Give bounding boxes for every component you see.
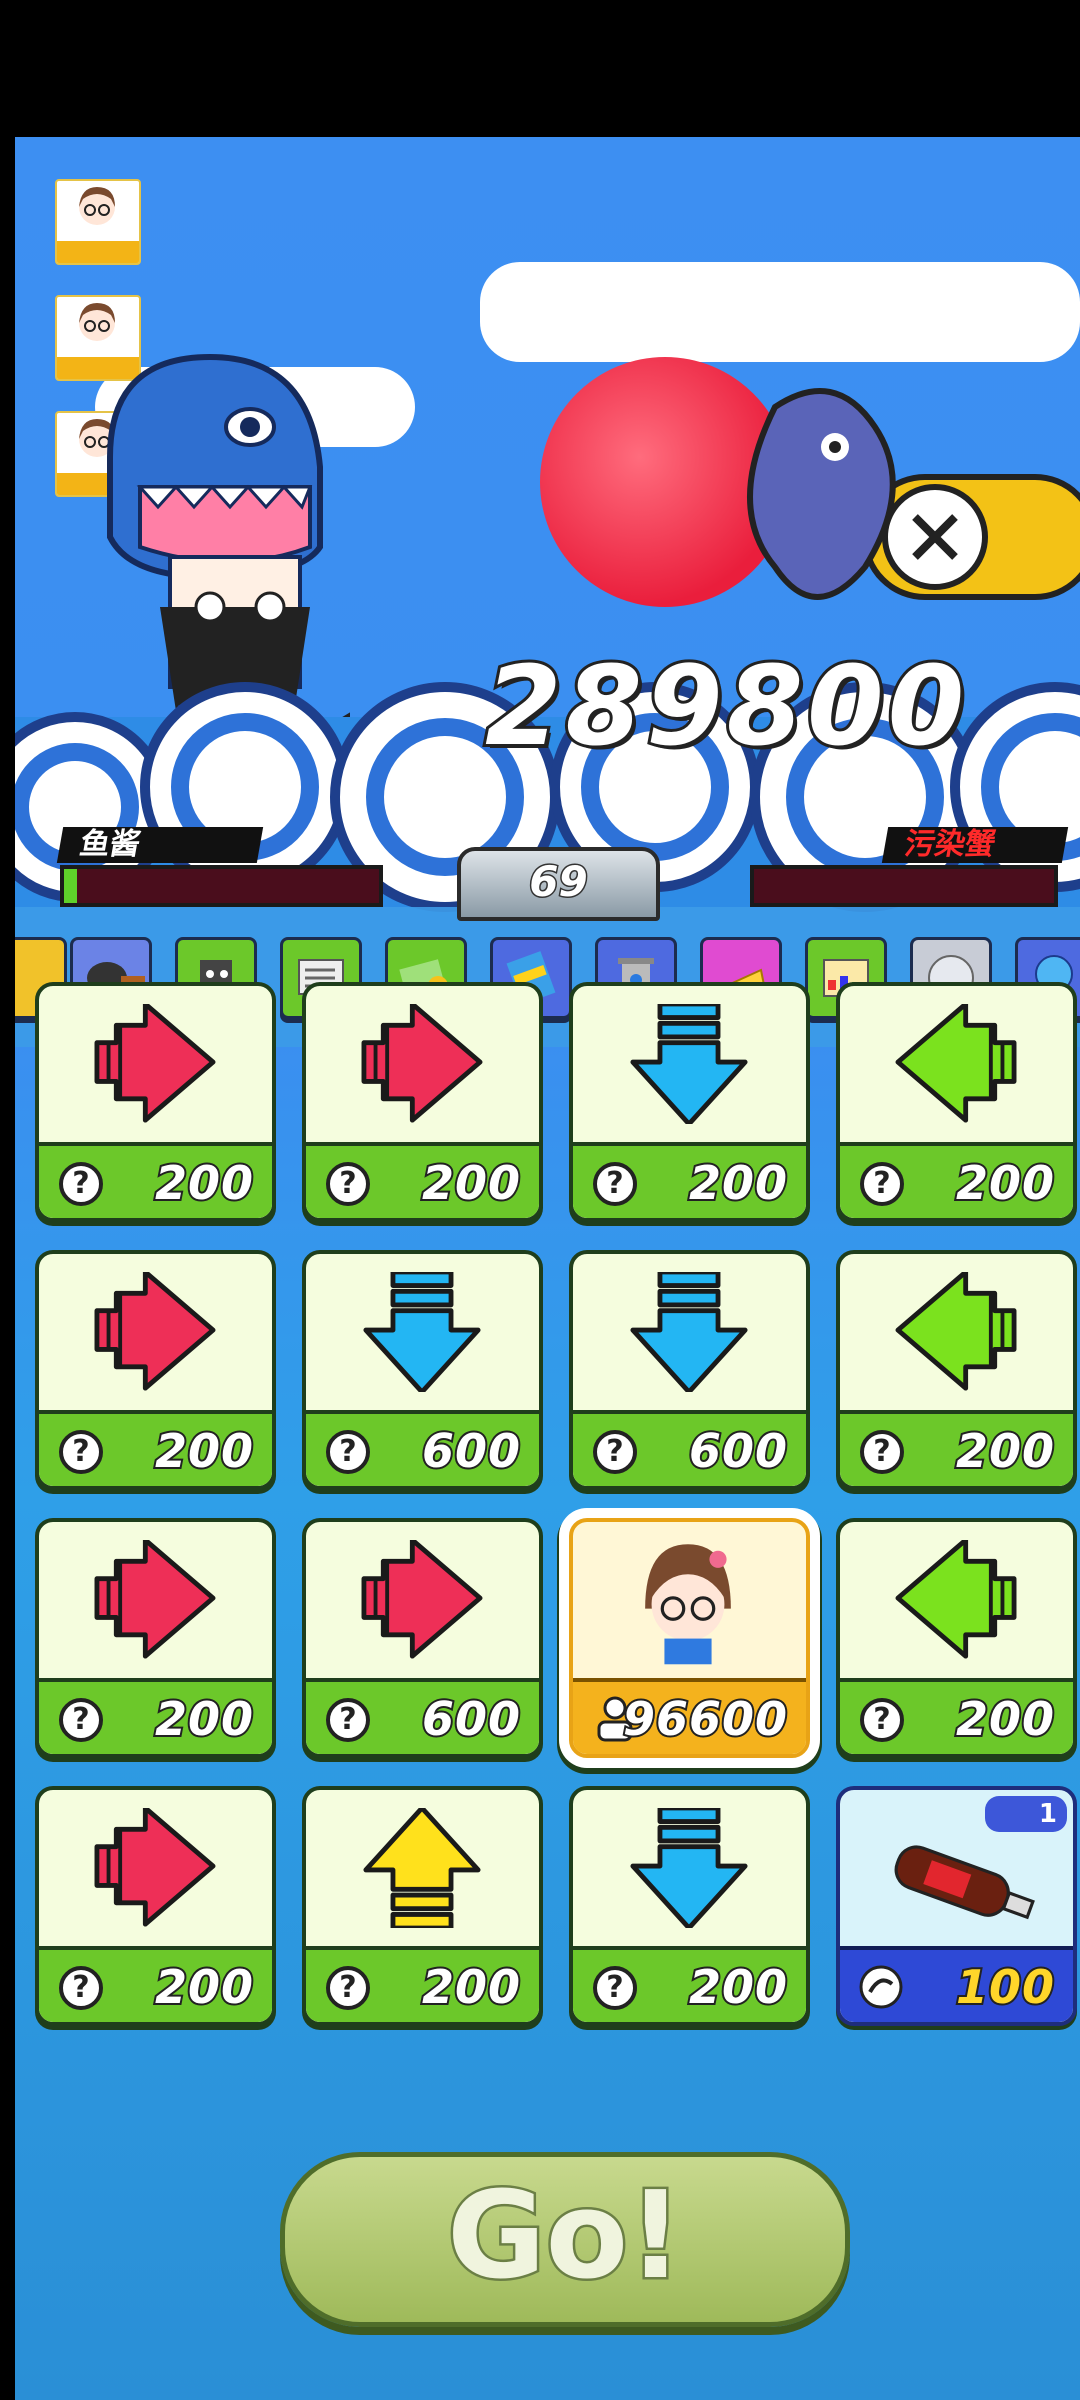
cola-bottle-icon <box>894 1845 1035 1920</box>
card-footer: ? 200 <box>840 1678 1073 1754</box>
card-footer: 96600 <box>573 1678 806 1754</box>
card-price: 600 <box>420 1422 522 1480</box>
cloud <box>480 262 1080 362</box>
go-button[interactable]: Go! <box>280 2152 850 2327</box>
score-display: 289800 <box>482 639 969 773</box>
girl-face-icon <box>79 187 115 225</box>
enemy-name: 污染蟹 <box>881 827 1069 863</box>
arrow-card-right[interactable]: ? 200 <box>35 1786 276 2026</box>
left-arrow-icon <box>895 1540 1017 1659</box>
question-icon: ? <box>593 1966 637 2010</box>
question-icon: ? <box>59 1698 103 1742</box>
right-arrow-icon <box>361 1004 483 1123</box>
avatar-bar <box>57 241 139 263</box>
question-icon: ? <box>593 1162 637 1206</box>
down-arrow-icon <box>630 1272 748 1392</box>
question-icon: ? <box>860 1698 904 1742</box>
game-screen: 289800 鱼酱 污染蟹 69 ? 200? 200? 200? 200? 200? 60… <box>15 137 1080 2400</box>
down-arrow-icon <box>630 1004 748 1124</box>
card-price: 200 <box>954 1690 1056 1748</box>
card-footer: ? 200 <box>306 1946 539 2022</box>
arrow-card-down[interactable]: ? 200 <box>569 1786 810 2026</box>
card-price: 200 <box>420 1154 522 1212</box>
card-price: 200 <box>153 1958 255 2016</box>
card-price: 600 <box>420 1690 522 1748</box>
down-arrow-icon <box>630 1808 748 1928</box>
card-footer: ? 600 <box>573 1410 806 1486</box>
card-price: 200 <box>954 1154 1056 1212</box>
girl-character-icon <box>645 1544 731 1665</box>
card-footer: ? 200 <box>573 1946 806 2022</box>
question-icon: ? <box>860 1162 904 1206</box>
arrow-card-left[interactable]: ? 200 <box>836 982 1077 1222</box>
arrow-card-left[interactable]: ? 200 <box>836 1250 1077 1490</box>
enemy-hp-bar <box>750 865 1058 907</box>
arrow-card-down[interactable]: ? 200 <box>569 982 810 1222</box>
card-price: 200 <box>687 1154 789 1212</box>
card-footer: ? 200 <box>39 1946 272 2022</box>
right-arrow-icon <box>361 1540 483 1659</box>
question-icon: ? <box>326 1162 370 1206</box>
arrow-card-right[interactable]: ? 200 <box>35 1518 276 1758</box>
arrow-card-right[interactable]: ? 200 <box>35 1250 276 1490</box>
player-hp-bar <box>60 865 383 907</box>
right-arrow-icon <box>94 1540 216 1659</box>
card-footer: ? 600 <box>306 1410 539 1486</box>
up-arrow-icon <box>363 1808 481 1928</box>
left-arrow-icon <box>895 1272 1017 1391</box>
question-icon: ? <box>59 1430 103 1474</box>
arrow-card-up[interactable]: ? 200 <box>302 1786 543 2026</box>
left-arrow-icon <box>895 1004 1017 1123</box>
card-footer: ? 200 <box>573 1142 806 1218</box>
cola-card[interactable]: 1 100 <box>836 1786 1077 2026</box>
card-footer: ? 200 <box>39 1410 272 1486</box>
card-price: 96600 <box>621 1690 789 1748</box>
question-icon: ? <box>59 1966 103 2010</box>
card-footer: ? 200 <box>306 1142 539 1218</box>
question-icon: ? <box>59 1162 103 1206</box>
arrow-card-down[interactable]: ? 600 <box>302 1250 543 1490</box>
player-hp-fill <box>64 869 77 903</box>
character-card[interactable]: 96600 <box>569 1518 810 1758</box>
card-price: 200 <box>420 1958 522 2016</box>
right-arrow-icon <box>94 1272 216 1391</box>
card-footer: ? 200 <box>840 1142 1073 1218</box>
card-footer: ? 200 <box>840 1410 1073 1486</box>
card-footer: ? 200 <box>39 1142 272 1218</box>
card-price: 600 <box>687 1422 789 1480</box>
level-indicator: 69 <box>457 847 660 921</box>
question-icon: ? <box>326 1430 370 1474</box>
arrow-card-left[interactable]: ? 200 <box>836 1518 1077 1758</box>
card-footer: ? 200 <box>39 1678 272 1754</box>
right-arrow-icon <box>94 1808 216 1927</box>
card-price: 200 <box>687 1958 789 2016</box>
right-arrow-icon <box>94 1004 216 1123</box>
card-footer: ? 600 <box>306 1678 539 1754</box>
question-icon: ? <box>326 1966 370 2010</box>
bread-icon <box>859 1965 903 2009</box>
question-icon: ? <box>860 1430 904 1474</box>
side-avatar[interactable] <box>55 179 141 265</box>
question-icon: ? <box>326 1698 370 1742</box>
player-name: 鱼酱 <box>56 827 264 863</box>
arrow-card-down[interactable]: ? 600 <box>569 1250 810 1490</box>
card-price: 200 <box>954 1422 1056 1480</box>
card-price: 200 <box>153 1690 255 1748</box>
question-icon: ? <box>593 1430 637 1474</box>
card-price: 200 <box>153 1422 255 1480</box>
down-arrow-icon <box>363 1272 481 1392</box>
card-price: 100 <box>954 1958 1056 2016</box>
card-footer: 100 <box>840 1946 1073 2022</box>
arrow-card-right[interactable]: ? 600 <box>302 1518 543 1758</box>
arrow-card-right[interactable]: ? 200 <box>302 982 543 1222</box>
arrow-card-right[interactable]: ? 200 <box>35 982 276 1222</box>
card-price: 200 <box>153 1154 255 1212</box>
